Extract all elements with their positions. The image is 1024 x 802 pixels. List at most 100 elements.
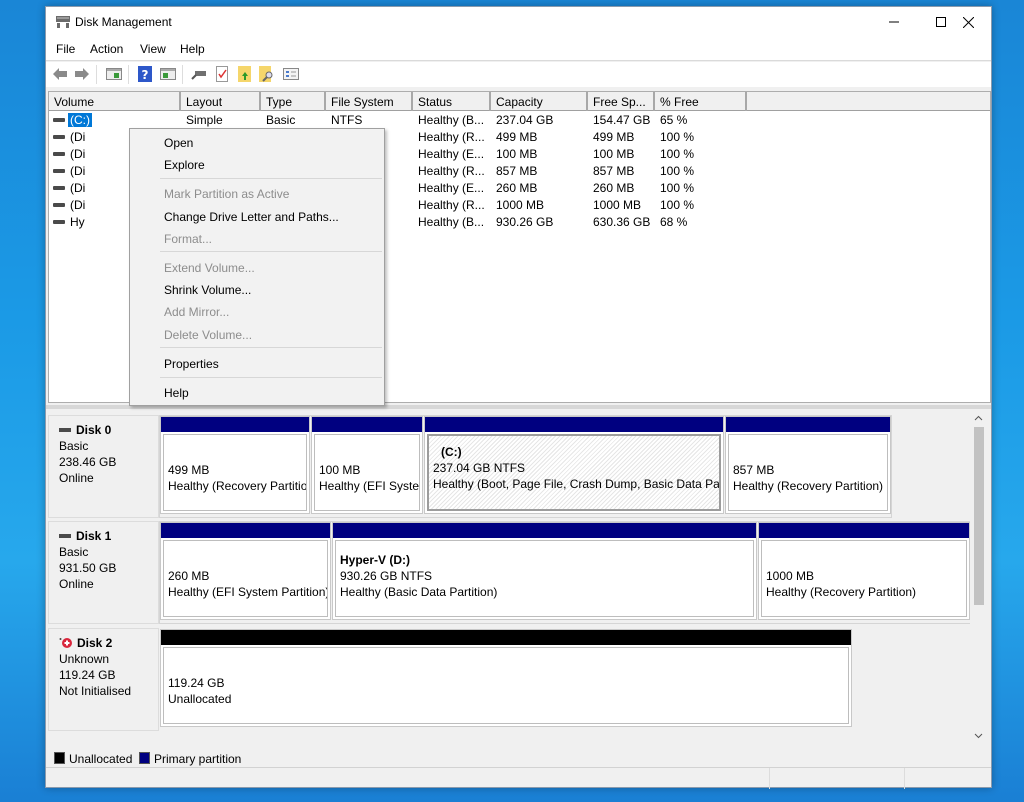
- volume-pct: 100 %: [660, 130, 695, 144]
- volume-status: Healthy (B...: [418, 215, 485, 229]
- column-header-layout[interactable]: Layout: [181, 92, 261, 111]
- disk-name: Disk 0: [76, 423, 112, 437]
- volume-capacity: 237.04 GB: [496, 113, 554, 127]
- disk-management-window: Disk Management File Action View Help ?: [45, 6, 992, 789]
- partition-c-drive[interactable]: (C:) 237.04 GB NTFS Healthy (Boot, Page Fi…: [424, 416, 724, 514]
- disk-state: Online: [59, 471, 94, 485]
- folder-up-icon: [238, 66, 251, 82]
- close-button[interactable]: [945, 7, 991, 37]
- menu-view[interactable]: View: [140, 42, 166, 56]
- close-icon: [962, 16, 974, 28]
- volume-status: Healthy (B...: [418, 113, 485, 127]
- search-button[interactable]: [258, 65, 276, 83]
- column-header-free-space[interactable]: Free Sp...: [588, 92, 655, 111]
- column-header-status[interactable]: Status: [413, 92, 491, 111]
- menu-action[interactable]: Action: [90, 42, 123, 56]
- menu-item-explore[interactable]: Explore: [164, 158, 205, 172]
- disk-0-label[interactable]: Disk 0 Basic 238.46 GB Online: [48, 415, 159, 518]
- menu-item-help[interactable]: Help: [164, 386, 189, 400]
- column-header-volume[interactable]: Volume: [49, 92, 181, 111]
- volume-status: Healthy (R...: [418, 164, 485, 178]
- partition-status: Healthy (Basic Data Partition): [340, 585, 498, 599]
- volume-name[interactable]: (Di: [68, 198, 87, 212]
- menu-bar: File Action View Help: [46, 37, 991, 61]
- toolbar-separator: [128, 65, 129, 84]
- disk-state: Not Initialised: [59, 684, 132, 698]
- properties-button[interactable]: [213, 65, 231, 83]
- volume-icon: [53, 135, 65, 139]
- partition-size: 260 MB: [168, 569, 210, 583]
- disk-1-label[interactable]: Disk 1 Basic 931.50 GB Online: [48, 521, 159, 624]
- toolbar: ?: [46, 62, 991, 87]
- volume-name[interactable]: Hy: [68, 215, 87, 229]
- menu-item-open[interactable]: Open: [164, 136, 193, 150]
- volume-pct: 65 %: [660, 113, 688, 127]
- volume-pct: 100 %: [660, 164, 695, 178]
- minimize-button[interactable]: [871, 7, 917, 37]
- partition-size: 499 MB: [168, 463, 210, 477]
- scroll-down-icon[interactable]: [974, 733, 983, 739]
- partition-efi[interactable]: 260 MB Healthy (EFI System Partition): [160, 522, 331, 620]
- partition-status: Unallocated: [168, 692, 232, 706]
- partition-recovery[interactable]: 857 MB Healthy (Recovery Partition): [725, 416, 891, 514]
- back-button[interactable]: [51, 65, 69, 83]
- volume-name[interactable]: (Di: [68, 164, 87, 178]
- vertical-scrollbar[interactable]: [970, 413, 987, 743]
- volume-row[interactable]: (C:) Simple Basic NTFS Healthy (B... 237.04 G…: [49, 112, 990, 129]
- menu-file[interactable]: File: [56, 42, 75, 56]
- search-icon: [259, 66, 273, 82]
- partition-recovery[interactable]: 1000 MB Healthy (Recovery Partition): [758, 522, 970, 620]
- primary-partition-bar: [333, 523, 756, 538]
- partition-unallocated[interactable]: 119.24 GB Unallocated: [160, 629, 852, 727]
- volume-name[interactable]: (C:): [68, 113, 92, 127]
- volume-name[interactable]: (Di: [68, 181, 87, 195]
- partition-status: Healthy (Recovery Partition): [733, 479, 884, 493]
- disk-2-label[interactable]: Disk 2 Unknown 119.24 GB Not Initialised: [48, 628, 159, 731]
- connect-disk-button[interactable]: [190, 65, 208, 83]
- scrollbar-thumb[interactable]: [974, 427, 984, 605]
- volume-free: 499 MB: [593, 130, 635, 144]
- settings-list-button[interactable]: [282, 65, 300, 83]
- help-icon: ?: [138, 66, 152, 82]
- volume-icon: [53, 220, 65, 224]
- legend-label-primary: Primary partition: [154, 752, 242, 766]
- show-hide-action-pane-button[interactable]: [159, 65, 177, 83]
- column-header-capacity[interactable]: Capacity: [491, 92, 588, 111]
- primary-partition-bar: [312, 417, 422, 432]
- volume-status: Healthy (R...: [418, 130, 485, 144]
- volume-pct: 100 %: [660, 181, 695, 195]
- partition-hyper-v-d-drive[interactable]: Hyper-V (D:) 930.26 GB NTFS Healthy (Basic…: [332, 522, 757, 620]
- partition-recovery[interactable]: 499 MB Healthy (Recovery Partition): [160, 416, 310, 514]
- disk-icon: [59, 534, 71, 538]
- menu-item-add-mirror: Add Mirror...: [164, 305, 230, 319]
- column-header-type[interactable]: Type: [261, 92, 326, 111]
- volume-capacity: 499 MB: [496, 130, 538, 144]
- disk-state: Online: [59, 577, 94, 591]
- volume-capacity: 857 MB: [496, 164, 538, 178]
- volume-free: 100 MB: [593, 147, 635, 161]
- show-hide-console-tree-button[interactable]: [105, 65, 123, 83]
- partition-efi[interactable]: 100 MB Healthy (EFI System Partition): [311, 416, 423, 514]
- forward-button[interactable]: [73, 65, 91, 83]
- status-pane: [904, 768, 992, 789]
- menu-separator: [160, 347, 382, 348]
- menu-item-properties[interactable]: Properties: [164, 357, 219, 371]
- menu-separator: [160, 251, 382, 252]
- title-bar: Disk Management: [46, 7, 991, 37]
- scroll-up-icon[interactable]: [974, 415, 983, 421]
- column-header-file-system[interactable]: File System: [326, 92, 413, 111]
- help-button[interactable]: ?: [136, 65, 154, 83]
- settings-list-icon: [283, 68, 299, 80]
- disk-icon: [59, 428, 71, 432]
- menu-item-change-drive-letter[interactable]: Change Drive Letter and Paths...: [164, 210, 339, 224]
- volume-name[interactable]: (Di: [68, 130, 87, 144]
- volume-list-header: Volume Layout Type File System Status Ca…: [49, 92, 990, 111]
- rescan-button[interactable]: [236, 65, 254, 83]
- volume-name[interactable]: (Di: [68, 147, 87, 161]
- menu-help[interactable]: Help: [180, 42, 205, 56]
- column-header-percent-free[interactable]: % Free: [655, 92, 747, 111]
- primary-partition-bar: [726, 417, 890, 432]
- menu-item-shrink-volume[interactable]: Shrink Volume...: [164, 283, 251, 297]
- status-pane: [769, 768, 904, 789]
- legend-label-unallocated: Unallocated: [69, 752, 133, 766]
